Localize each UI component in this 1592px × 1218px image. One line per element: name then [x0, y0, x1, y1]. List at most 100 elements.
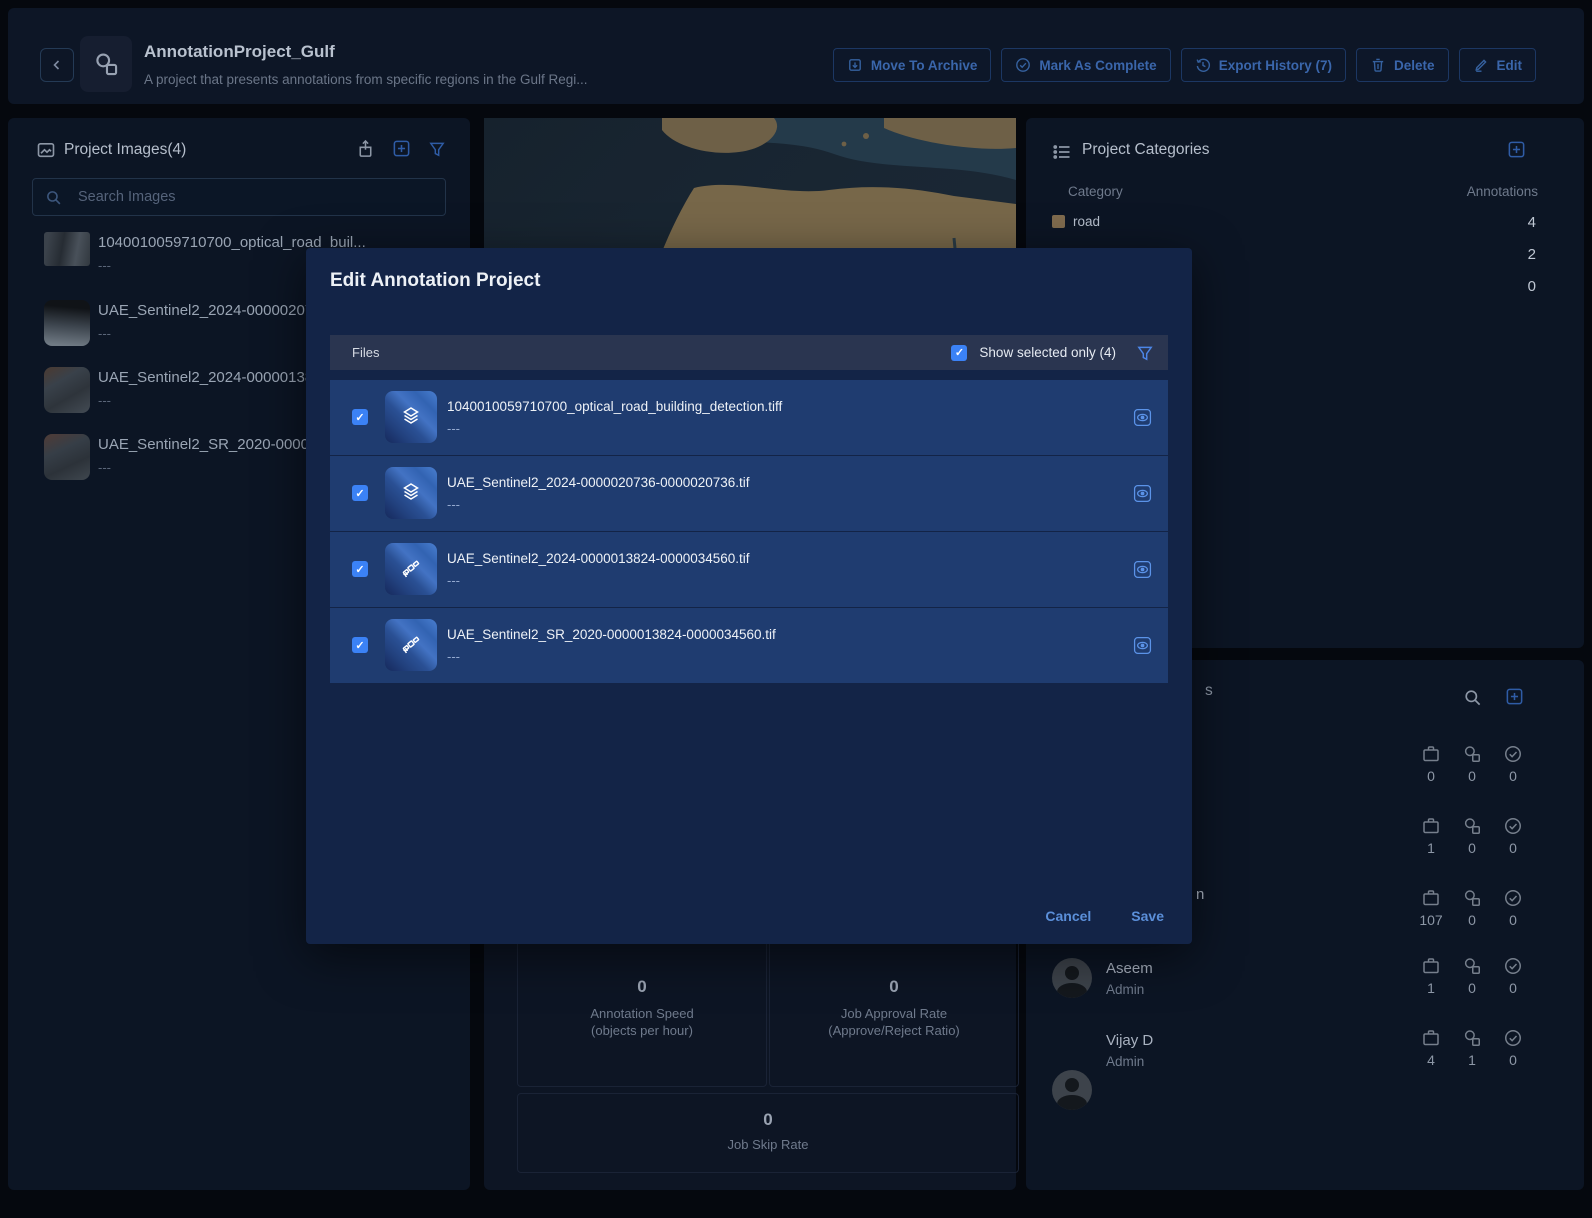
file-checkbox[interactable]: ✓	[352, 561, 368, 577]
annotations-icon	[1462, 816, 1482, 836]
job-approval-label: Job Approval Rate	[770, 1005, 1018, 1022]
add-category-icon[interactable]	[1507, 140, 1526, 159]
users-panel-title-fragment: s	[1205, 682, 1213, 700]
file-checkbox[interactable]: ✓	[352, 409, 368, 425]
image-icon	[36, 140, 56, 160]
annotations-icon	[1462, 888, 1482, 908]
jobs-icon	[1421, 1028, 1441, 1048]
jobs-icon	[1421, 956, 1441, 976]
user-stats: 1 0 0	[1412, 956, 1532, 996]
user-stat-value: 0	[1468, 980, 1476, 996]
files-header-bar: Files ✓ Show selected only (4)	[330, 335, 1168, 370]
add-user-icon[interactable]	[1505, 687, 1524, 706]
annotations-icon	[1462, 744, 1482, 764]
file-row[interactable]: ✓ UAE_Sentinel2_2024-0000013824-00000345…	[330, 532, 1168, 607]
job-approval-sub: (Approve/Reject Ratio)	[770, 1022, 1018, 1039]
user-stats: 0 0 0	[1412, 744, 1532, 784]
save-button[interactable]: Save	[1131, 908, 1164, 924]
file-name: UAE_Sentinel2_SR_2020-0000013824-0000034…	[447, 627, 776, 642]
cancel-button[interactable]: Cancel	[1045, 908, 1091, 924]
user-role: Admin	[1106, 982, 1144, 997]
export-history-button[interactable]: Export History (7)	[1181, 48, 1346, 82]
file-meta: ---	[447, 497, 460, 512]
user-name-fragment: n	[1196, 886, 1204, 903]
image-meta: ---	[98, 326, 111, 341]
add-image-icon[interactable]	[392, 139, 411, 158]
project-categories-title: Project Categories	[1082, 141, 1210, 159]
check-circle-icon	[1015, 57, 1031, 73]
user-stat-value: 0	[1509, 840, 1517, 856]
user-stat-value: 0	[1509, 768, 1517, 784]
user-name: Aseem	[1106, 960, 1153, 977]
user-role: Admin	[1106, 1054, 1144, 1069]
jobs-icon	[1421, 744, 1441, 764]
image-search-field	[32, 178, 446, 216]
project-type-icon	[80, 36, 132, 92]
user-stat-value: 1	[1427, 980, 1435, 996]
archive-down-icon	[847, 57, 863, 73]
file-name: UAE_Sentinel2_2024-0000013824-0000034560…	[447, 551, 750, 566]
file-checkbox[interactable]: ✓	[352, 637, 368, 653]
file-row[interactable]: ✓ 1040010059710700_optical_road_building…	[330, 380, 1168, 455]
approved-icon	[1503, 816, 1523, 836]
job-approval-value: 0	[770, 977, 1018, 997]
file-row[interactable]: ✓ UAE_Sentinel2_2024-0000020736-00000207…	[330, 456, 1168, 531]
header-bar: AnnotationProject_Gulf A project that pr…	[8, 8, 1584, 104]
file-row[interactable]: ✓ UAE_Sentinel2_SR_2020-0000013824-00000…	[330, 608, 1168, 683]
preview-icon[interactable]	[1133, 408, 1152, 427]
file-name: 1040010059710700_optical_road_building_d…	[447, 399, 782, 414]
file-type-tile	[385, 543, 437, 595]
annotation-speed-value: 0	[518, 977, 766, 997]
image-thumbnail	[44, 300, 90, 346]
annotation-speed-sub: (objects per hour)	[518, 1022, 766, 1039]
category-column-header: Category	[1068, 184, 1123, 199]
user-stat-value: 0	[1427, 768, 1435, 784]
image-thumbnail	[44, 232, 90, 266]
preview-icon[interactable]	[1133, 484, 1152, 503]
mark-as-complete-button[interactable]: Mark As Complete	[1001, 48, 1170, 82]
back-button[interactable]	[40, 48, 74, 82]
category-color-swatch	[1052, 215, 1065, 228]
user-stats: 107 0 0	[1412, 888, 1532, 928]
user-stat-value: 4	[1427, 1052, 1435, 1068]
image-thumbnail	[44, 434, 90, 480]
annotation-speed-label: Annotation Speed	[518, 1005, 766, 1022]
edit-annotation-project-modal: Edit Annotation Project Files ✓ Show sel…	[306, 248, 1192, 944]
avatar	[1052, 1070, 1092, 1110]
preview-icon[interactable]	[1133, 636, 1152, 655]
modal-filter-icon[interactable]	[1136, 344, 1154, 362]
edit-button[interactable]: Edit	[1459, 48, 1537, 82]
search-input[interactable]	[76, 188, 433, 206]
filter-icon[interactable]	[428, 140, 446, 158]
approved-icon	[1503, 888, 1523, 908]
job-skip-label: Job Skip Rate	[518, 1136, 1018, 1153]
move-to-archive-button[interactable]: Move To Archive	[833, 48, 992, 82]
user-stat-value: 0	[1509, 912, 1517, 928]
user-stat-value: 1	[1468, 1052, 1476, 1068]
history-clock-icon	[1195, 57, 1211, 73]
jobs-icon	[1421, 888, 1441, 908]
user-search-icon[interactable]	[1463, 688, 1482, 707]
list-icon	[1052, 142, 1072, 162]
show-selected-checkbox[interactable]: ✓	[951, 345, 967, 361]
edit-label: Edit	[1497, 58, 1523, 73]
delete-label: Delete	[1394, 58, 1435, 73]
project-images-title: Project Images(4)	[64, 141, 186, 159]
approved-icon	[1503, 956, 1523, 976]
preview-icon[interactable]	[1133, 560, 1152, 579]
search-icon	[45, 189, 62, 206]
category-name: road	[1073, 214, 1100, 229]
category-count: 2	[1528, 246, 1536, 263]
delete-button[interactable]: Delete	[1356, 48, 1449, 82]
approved-icon	[1503, 1028, 1523, 1048]
category-row[interactable]: road	[1052, 214, 1100, 229]
file-type-tile	[385, 467, 437, 519]
avatar	[1052, 958, 1092, 998]
upload-icon[interactable]	[356, 139, 375, 158]
trash-icon	[1370, 57, 1386, 73]
project-description: A project that presents annotations from…	[144, 72, 587, 87]
file-checkbox[interactable]: ✓	[352, 485, 368, 501]
page-title: AnnotationProject_Gulf	[144, 42, 335, 62]
annotations-icon	[1462, 1028, 1482, 1048]
pencil-icon	[1473, 57, 1489, 73]
